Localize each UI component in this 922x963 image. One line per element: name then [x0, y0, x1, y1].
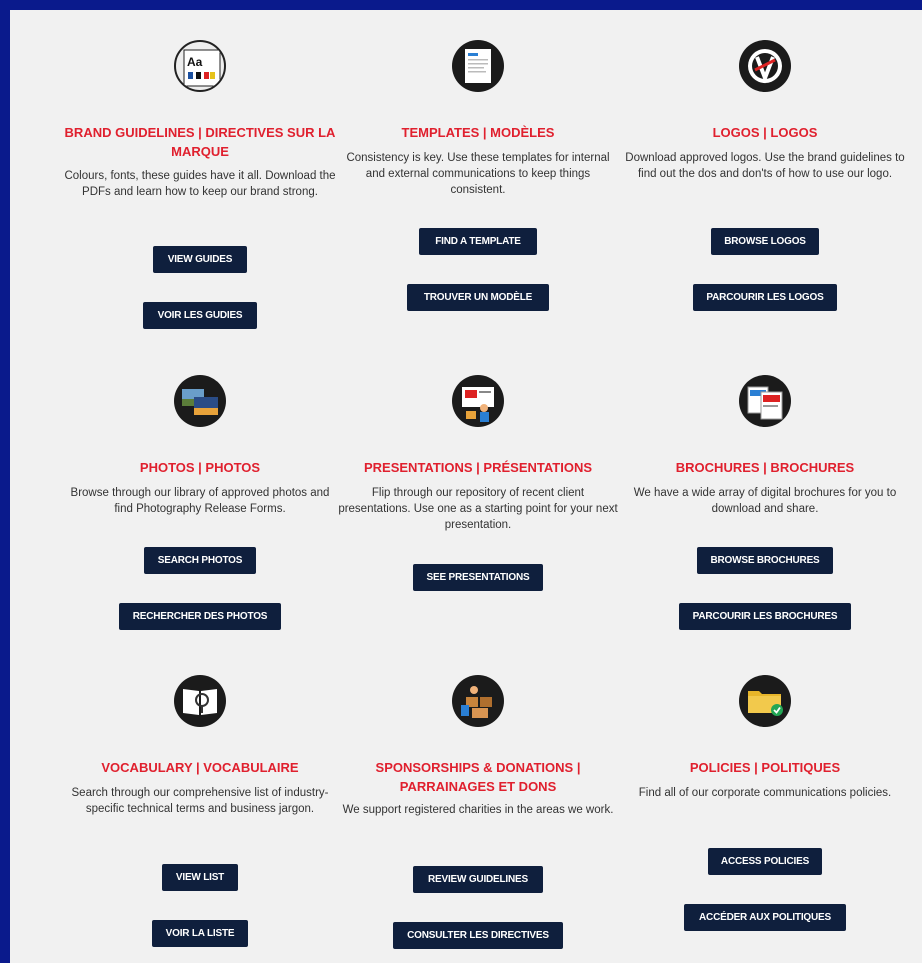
vocabulary-book-icon [174, 675, 226, 727]
find-a-template-button[interactable]: FIND A TEMPLATE [419, 228, 537, 255]
search-photos-button[interactable]: SEARCH PHOTOS [144, 547, 256, 574]
policies-folder-icon [739, 675, 791, 727]
card-title: PHOTOS | PHOTOS [139, 460, 261, 475]
card-description: Consistency is key. Use these templates … [346, 152, 610, 196]
logo-shield-icon [739, 40, 791, 92]
template-document-icon [452, 40, 504, 92]
trouver-un-modele-button[interactable]: TROUVER UN MODÈLE [407, 284, 549, 311]
card-description: Find all of our corporate communications… [638, 787, 892, 799]
card-description: Flip through our repository of recent cl… [338, 487, 618, 531]
card-title: BRAND GUIDELINES | DIRECTIVES SUR LA MAR… [64, 125, 336, 159]
consulter-les-directives-button[interactable]: CONSULTER LES DIRECTIVES [393, 922, 563, 949]
card-title: TEMPLATES | MODÈLES [401, 125, 555, 140]
card-title: BROCHURES | BROCHURES [675, 460, 855, 475]
browse-brochures-button[interactable]: BROWSE BROCHURES [697, 547, 833, 574]
card-description: Colours, fonts, these guides have it all… [64, 170, 336, 198]
voir-la-liste-button[interactable]: VOIR LA LISTE [152, 920, 248, 947]
brochures-icon [739, 375, 791, 427]
card-title: VOCABULARY | VOCABULAIRE [101, 760, 299, 775]
card-description: Browse through our library of approved p… [70, 487, 330, 515]
card-title: SPONSORSHIPS & DONATIONS | PARRAINAGES E… [375, 760, 581, 794]
view-guides-button[interactable]: VIEW GUIDES [153, 246, 247, 273]
svg-text:Aa: Aa [187, 55, 203, 69]
rechercher-des-photos-button[interactable]: RECHERCHER DES PHOTOS [119, 603, 281, 630]
review-guidelines-button[interactable]: REVIEW GUIDELINES [413, 866, 543, 893]
access-policies-button[interactable]: ACCESS POLICIES [708, 848, 822, 875]
presentation-icon [452, 375, 504, 427]
photos-icon [174, 375, 226, 427]
voir-les-guides-button[interactable]: VOIR LES GUDIES [143, 302, 257, 329]
card-title: PRESENTATIONS | PRÉSENTATIONS [363, 460, 593, 475]
brand-book-icon: Aa [174, 40, 226, 92]
browse-logos-button[interactable]: BROWSE LOGOS [711, 228, 819, 255]
donations-boxes-icon [452, 675, 504, 727]
parcourir-les-brochures-button[interactable]: PARCOURIR LES BROCHURES [679, 603, 851, 630]
card-title: LOGOS | LOGOS [712, 125, 818, 140]
parcourir-les-logos-button[interactable]: PARCOURIR LES LOGOS [693, 284, 837, 311]
card-description: Search through our comprehensive list of… [71, 787, 329, 815]
see-presentations-button[interactable]: SEE PRESENTATIONS [413, 564, 543, 591]
view-list-button[interactable]: VIEW LIST [162, 864, 238, 891]
card-description: We have a wide array of digital brochure… [633, 487, 897, 515]
resources-panel: Aa BRAND GUIDELINES | DIRECTIVES SUR LA … [10, 10, 922, 963]
card-description: We support registered charities in the a… [342, 804, 614, 816]
card-description: Download approved logos. Use the brand g… [625, 152, 905, 180]
acceder-aux-politiques-button[interactable]: ACCÉDER AUX POLITIQUES [684, 904, 846, 931]
card-title: POLICIES | POLITIQUES [689, 760, 841, 775]
